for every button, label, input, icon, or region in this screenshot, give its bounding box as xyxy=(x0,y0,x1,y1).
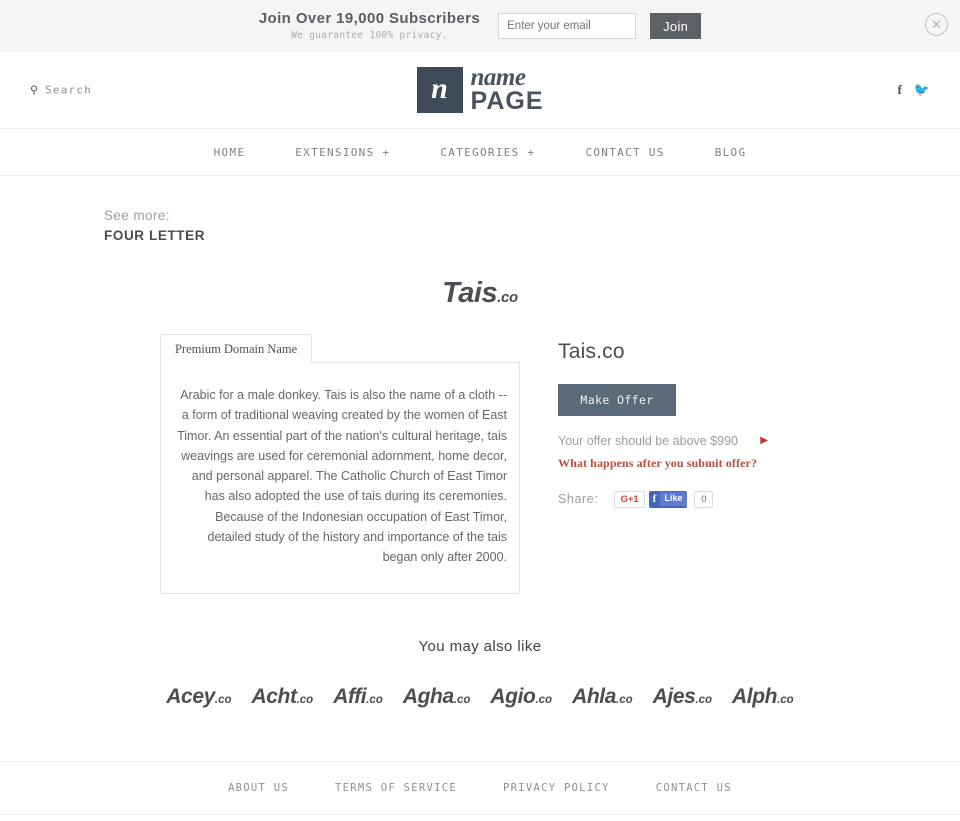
main-content: Premium Domain Name Arabic for a male do… xyxy=(0,334,960,595)
nav-item-blog[interactable]: BLOG xyxy=(690,146,772,159)
footer-navigation: ABOUT US TERMS OF SERVICE PRIVACY POLICY… xyxy=(0,761,960,814)
logo-wordmark: name PAGE xyxy=(470,65,544,115)
list-item[interactable]: Ajes.co xyxy=(653,685,712,709)
domain-tld: .co xyxy=(296,694,314,707)
domain-tld: .co xyxy=(453,694,471,707)
domain-tld: .co xyxy=(366,694,383,707)
domain-name: Acht xyxy=(251,685,297,709)
domain-name: Acey xyxy=(166,685,215,709)
nav-item-home[interactable]: HOME xyxy=(189,146,271,159)
page-title: Tais.co xyxy=(558,340,625,364)
list-item[interactable]: Alph.co xyxy=(732,685,794,709)
footer-link-terms-of-service[interactable]: TERMS OF SERVICE xyxy=(312,782,480,794)
main-navigation: HOME EXTENSIONS + CATEGORIES + CONTACT U… xyxy=(0,128,960,176)
offer-column: Tais.co Make Offer Your offer should be … xyxy=(558,334,860,594)
site-header: ⚲ Search n name PAGE f 🐦 xyxy=(0,52,960,128)
subscribe-bar: Join Over 19,000 Subscribers We guarante… xyxy=(0,0,960,52)
nav-item-categories[interactable]: CATEGORIES + xyxy=(415,146,560,159)
see-more-category-link[interactable]: FOUR LETTER xyxy=(104,228,205,243)
logo-page-word: PAGE xyxy=(470,87,544,115)
offer-minimum-note: Your offer should be above $990 ▶ xyxy=(558,432,768,451)
list-item[interactable]: Agha.co xyxy=(403,685,471,709)
footer-link-about-us[interactable]: ABOUT US xyxy=(205,782,312,794)
subscribe-title: Join Over 19,000 Subscribers xyxy=(258,10,481,28)
social-links: f 🐦 xyxy=(897,82,930,98)
footer-link-privacy-policy[interactable]: PRIVACY POLICY xyxy=(480,782,633,794)
domain-tld: .co xyxy=(214,694,232,707)
subscribe-text-block: Join Over 19,000 Subscribers We guarante… xyxy=(259,11,484,41)
facebook-icon: f xyxy=(652,493,657,506)
domain-tld: .co xyxy=(535,694,553,707)
facebook-like-label: Like xyxy=(660,492,688,507)
google-plus-label: G+1 xyxy=(620,493,639,505)
list-item[interactable]: Ahla.co xyxy=(572,685,633,709)
join-button[interactable]: Join xyxy=(650,13,702,39)
premium-domain-tab[interactable]: Premium Domain Name xyxy=(160,334,313,364)
domain-logo: Tais.co xyxy=(0,277,960,310)
subscribe-subtitle: We guarantee 100% privacy. xyxy=(291,29,448,41)
domain-name: Ahla xyxy=(572,685,616,709)
nav-item-contact-us[interactable]: CONTACT US xyxy=(560,146,689,159)
copyright: © 2017 Namepage. xyxy=(0,814,960,821)
share-label: Share: xyxy=(558,492,599,507)
facebook-like-count: 0 xyxy=(694,490,714,508)
offer-minimum-text: Your offer should be above $990 xyxy=(558,434,739,449)
facebook-icon[interactable]: f xyxy=(897,82,901,98)
close-circle-icon[interactable]: ✕ xyxy=(925,13,948,36)
list-item[interactable]: Affi.co xyxy=(333,685,383,709)
search-button[interactable]: ⚲ Search xyxy=(30,84,92,97)
domain-logo-tld: .co xyxy=(497,289,518,307)
footer-link-contact-us[interactable]: CONTACT US xyxy=(633,782,755,794)
search-icon: ⚲ xyxy=(30,84,39,97)
domain-logo-name: Tais xyxy=(442,277,498,310)
domain-tld: .co xyxy=(695,694,713,707)
list-item[interactable]: Agio.co xyxy=(490,685,552,709)
description-column: Premium Domain Name Arabic for a male do… xyxy=(160,334,520,595)
arrow-right-icon: ▶ xyxy=(760,435,768,447)
domain-name: Ajes xyxy=(652,685,696,709)
facebook-like-button[interactable]: f Like xyxy=(648,490,688,508)
also-like-row: Acey.co Acht.co Affi.co Agha.co Agio.co … xyxy=(0,685,960,709)
email-input[interactable] xyxy=(498,13,637,39)
nav-item-extensions[interactable]: EXTENSIONS + xyxy=(270,146,415,159)
twitter-icon[interactable]: 🐦 xyxy=(914,82,930,98)
site-logo[interactable]: n name PAGE xyxy=(416,65,544,115)
make-offer-button[interactable]: Make Offer xyxy=(558,384,676,417)
list-item[interactable]: Acht.co xyxy=(252,685,314,709)
what-happens-link[interactable]: What happens after you submit offer? xyxy=(558,456,860,471)
share-buttons: G+1 f Like 0 xyxy=(614,490,714,508)
search-label: Search xyxy=(45,83,92,97)
domain-name: Alph xyxy=(732,685,778,709)
also-like-heading: You may also like xyxy=(418,638,542,656)
domain-name: Agha xyxy=(402,685,454,709)
domain-name: Affi xyxy=(333,685,367,709)
list-item[interactable]: Acey.co xyxy=(166,685,231,709)
share-row: Share: G+1 f Like 0 xyxy=(558,490,860,508)
domain-name: Agio xyxy=(490,685,536,709)
domain-tld: .co xyxy=(777,694,794,707)
see-more-breadcrumb: See more: FOUR LETTER xyxy=(0,176,210,245)
logo-mark-icon: n xyxy=(416,67,463,113)
logo-mark-letter: n xyxy=(431,71,448,105)
domain-tld: .co xyxy=(616,694,633,707)
google-plus-one-button[interactable]: G+1 xyxy=(614,490,645,508)
see-more-label: See more: xyxy=(104,208,170,223)
domain-description-text: Arabic for a male donkey. Tais is also t… xyxy=(160,362,520,595)
